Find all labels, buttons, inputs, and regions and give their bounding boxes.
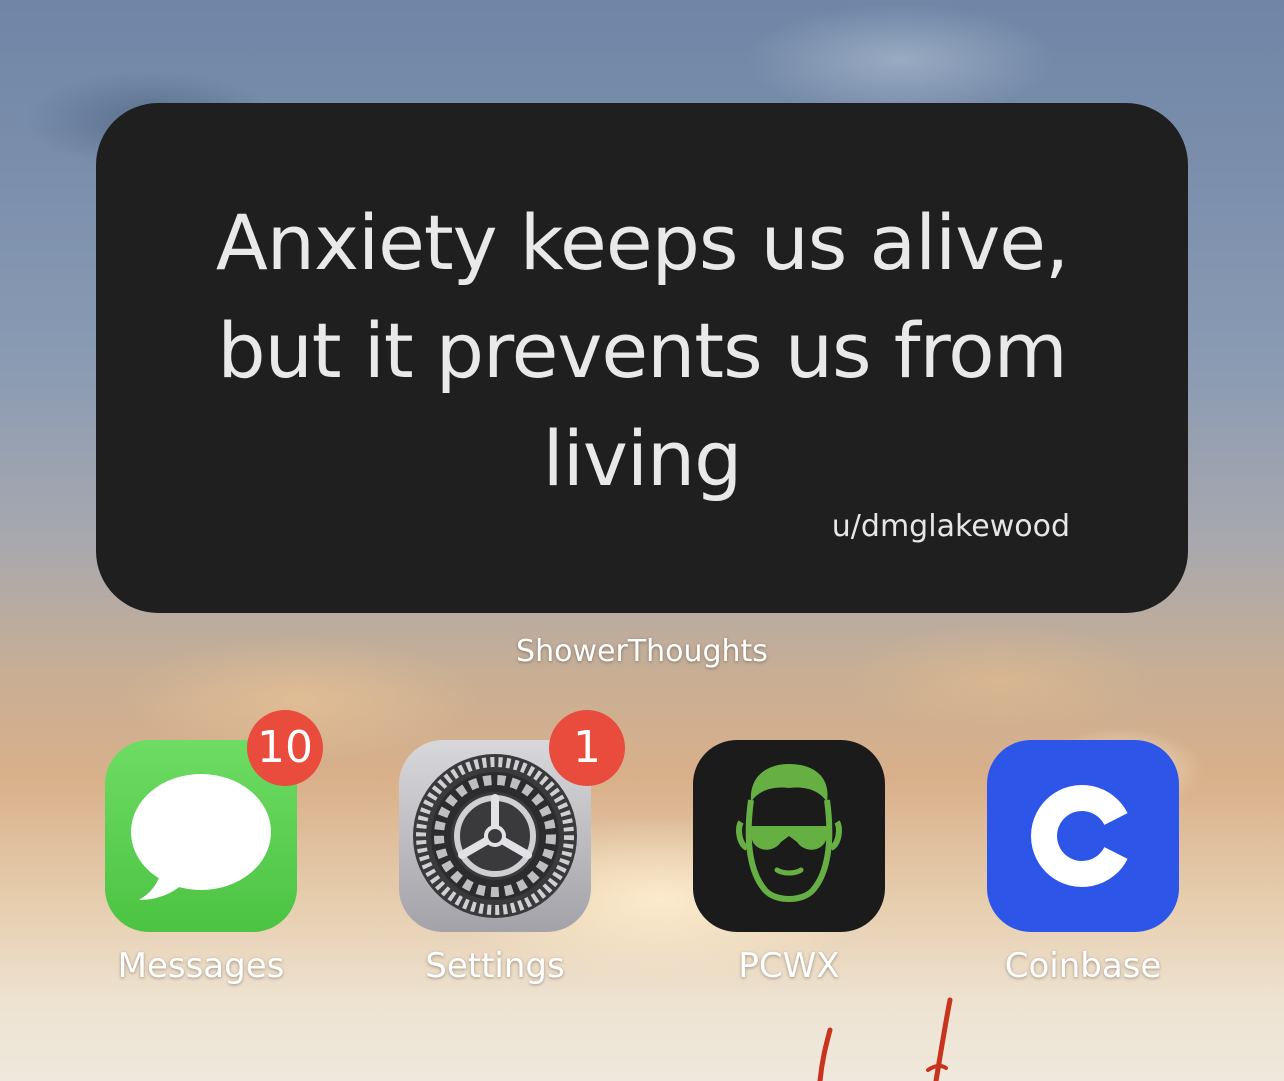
sunglasses-face-icon [736,764,842,902]
app-pcwx[interactable]: PCWX [693,740,885,986]
red-scribble-decoration [817,997,953,1081]
pcwx-face-icon[interactable] [693,740,885,932]
coinbase-icon[interactable] [987,740,1179,932]
showerthoughts-widget[interactable]: Anxiety keeps us alive, but it prevents … [96,103,1188,613]
app-messages[interactable]: 10 Messages [105,710,323,986]
widget-app-name: ShowerThoughts [516,634,768,669]
notification-badge: 10 [247,710,323,786]
app-label: Messages [117,946,285,986]
coinbase-c-icon [1031,785,1128,887]
settings-gear-icon[interactable]: 1 [399,710,625,932]
messages-icon[interactable]: 10 [105,710,323,932]
widget-author: u/dmglakewood [831,509,1070,544]
home-screen: { "widget": { "quote": "Anxiety keeps us… [0,0,1284,1081]
widget-quote: Anxiety keeps us alive, but it prevents … [215,198,1069,503]
app-label: Settings [425,946,565,986]
app-label: Coinbase [1004,946,1162,986]
app-settings[interactable]: 1 Settings [399,710,625,986]
app-label: PCWX [738,946,840,986]
app-coinbase[interactable]: Coinbase [987,740,1179,986]
notification-badge: 1 [549,710,625,786]
